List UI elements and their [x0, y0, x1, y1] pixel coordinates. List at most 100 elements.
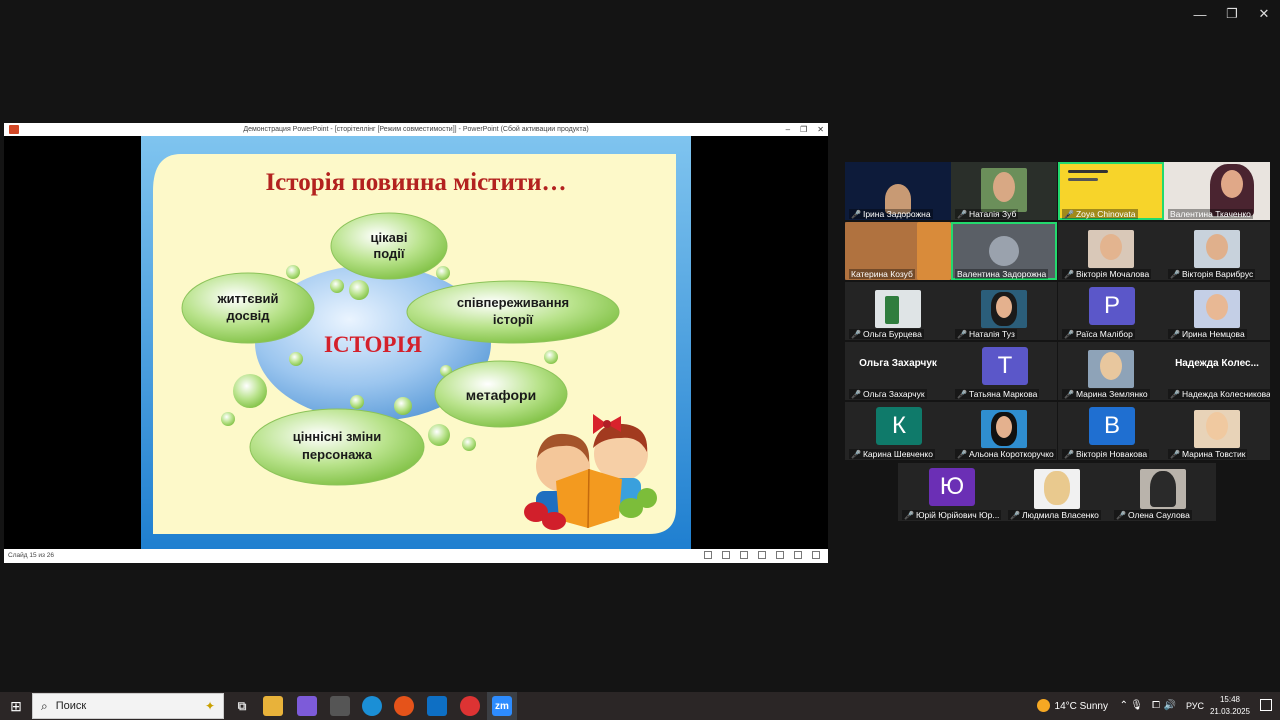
participant-name: Катерина Козуб [851, 269, 913, 279]
bubble-events-line2: події [373, 246, 404, 261]
participant-name: Наталія Зуб [968, 209, 1017, 219]
participant-tile[interactable]: Валентина Ткаченко [1164, 162, 1270, 220]
participant-tile[interactable]: 🎤 Наталія Зуб [951, 162, 1057, 220]
network-icon[interactable]: ⧠ [1152, 700, 1160, 711]
participant-name: Zoya Chinovata [1075, 209, 1136, 219]
participant-tile[interactable]: В 🎤 Вікторія Новакова [1058, 402, 1164, 460]
participant-name: Ирина Немцова [1181, 329, 1245, 339]
next-slide-icon[interactable] [740, 551, 748, 559]
menu-icon[interactable] [722, 551, 730, 559]
participant-name: Марина Товстик [1181, 449, 1246, 459]
participant-tile[interactable]: 🎤 Марина Товстик [1164, 402, 1270, 460]
participant-name: Альона Короткоручко [968, 449, 1054, 459]
mic-muted-icon: 🎤 [1170, 389, 1180, 399]
notifications-icon[interactable] [1260, 699, 1272, 711]
participant-tile[interactable]: 🎤 Ольга Бурцева [845, 282, 951, 340]
participant-name: Людмила Власенко [1021, 510, 1099, 520]
participant-tile[interactable]: 🎤 Ірина Задорожна [845, 162, 951, 220]
bubble-values-line1: ціннісні зміни [293, 429, 381, 444]
slide-sorter-icon[interactable] [776, 551, 784, 559]
participant-avatar: В [1089, 407, 1135, 445]
participant-name: Валентина Ткаченко [1170, 209, 1251, 219]
participant-name: Ольга Бурцева [862, 329, 922, 339]
edge-icon[interactable] [362, 696, 382, 716]
participant-tile[interactable]: 🎤 Людмила Власенко [1004, 463, 1110, 521]
normal-view-icon[interactable] [758, 551, 766, 559]
mic-muted-icon: 🎤 [1116, 510, 1126, 520]
clock-time[interactable]: 15:48 [1220, 695, 1240, 704]
weather-text[interactable]: 14°C Sunny [1055, 701, 1108, 712]
participant-tile[interactable]: К 🎤 Карина Шевченко [845, 402, 951, 460]
participant-display-name: Надежда Колес... [1175, 358, 1259, 369]
restore-button[interactable]: ❐ [1216, 0, 1248, 28]
mic-muted-icon: 🎤 [957, 209, 967, 219]
bubble-experience-line1: життєвий [216, 291, 278, 306]
ppt-close-button[interactable]: ✕ [817, 125, 824, 134]
participant-name: Юрій Юрійович Юр... [915, 510, 1000, 520]
window-controls: — ❐ ✕ [1184, 0, 1280, 28]
participant-tile[interactable]: 🎤 Вікторія Мочалова [1058, 222, 1164, 280]
participant-tile[interactable]: 🎤 Ирина Немцова [1164, 282, 1270, 340]
store-icon[interactable] [330, 696, 350, 716]
slide[interactable]: Історія повинна містити… ІСТОРІЯ цікаві … [141, 136, 691, 549]
participant-tile[interactable]: 🎤 Альона Короткоручко [951, 402, 1057, 460]
slide-counter: Слайд 15 из 26 [8, 552, 55, 559]
mic-muted-icon: 🎤 [957, 329, 967, 339]
input-language[interactable]: РУС [1186, 701, 1204, 711]
mic-muted-icon: 🎤 [957, 449, 967, 459]
microphone-icon[interactable]: 🎙 [1130, 700, 1143, 711]
participant-name: Татьяна Маркова [968, 389, 1038, 399]
clock-date[interactable]: 21.03.2025 [1210, 707, 1250, 716]
participant-tile[interactable]: 🎤 Наталія Туз [951, 282, 1057, 340]
mic-muted-icon: 🎤 [1064, 329, 1074, 339]
participant-avatar: Р [1089, 287, 1135, 325]
taskbar: ⊞ ⌕ Поиск ✦ ⧉ zm 14°C Sunny ⌃ 🎙 ⧠ 🔊 РУС … [0, 692, 1280, 720]
chevron-up-icon[interactable]: ⌃ [1120, 700, 1128, 711]
ppt-minimize-button[interactable]: – [786, 125, 790, 134]
mic-muted-icon: 🎤 [851, 329, 861, 339]
participant-tile-active[interactable]: 🎤 Zoya Chinovata [1058, 162, 1164, 220]
minimize-button[interactable]: — [1184, 0, 1216, 28]
participant-name: Вікторія Новакова [1075, 449, 1148, 459]
windows-start-icon[interactable]: ⊞ [0, 692, 32, 720]
participant-tile[interactable]: Р 🎤 Раїса Малібор [1058, 282, 1164, 340]
firefox-icon[interactable] [394, 696, 414, 716]
slide-center-label: ІСТОРІЯ [324, 332, 422, 357]
reading-view-icon[interactable] [794, 551, 802, 559]
participant-tile[interactable]: Ю 🎤 Юрій Юрійович Юр... [898, 463, 1004, 521]
copilot-sparkle-icon: ✦ [204, 699, 215, 713]
powerpoint-window: Демонстрация PowerPoint - [сторітеллінг … [4, 123, 828, 563]
participant-avatar: Т [982, 347, 1028, 385]
bubble-values-line2: персонажа [302, 447, 373, 462]
participant-tile[interactable]: Катерина Козуб [845, 222, 951, 280]
file-explorer-icon[interactable] [263, 696, 283, 716]
bubble-metaphors: метафори [466, 387, 536, 403]
mic-muted-icon: 🎤 [1064, 449, 1074, 459]
mic-muted-icon: 🎤 [1170, 329, 1180, 339]
task-view-icon[interactable]: ⧉ [232, 696, 252, 716]
outlook-icon[interactable] [427, 696, 447, 716]
copilot-icon[interactable] [297, 696, 317, 716]
participant-tile[interactable]: Т 🎤 Татьяна Маркова [951, 342, 1057, 400]
mic-muted-icon: 🎤 [1064, 209, 1074, 219]
participant-tile[interactable]: Ольга Захарчук 🎤 Ольга Захарчук [845, 342, 951, 400]
bubble-empathy-line2: історії [493, 312, 534, 327]
zoom-icon[interactable]: zm [492, 696, 512, 716]
participant-tile-active[interactable]: Валентина Задорожна [951, 222, 1057, 280]
participant-tile[interactable]: 🎤 Вікторія Варибрус [1164, 222, 1270, 280]
close-button[interactable]: ✕ [1248, 0, 1280, 28]
participant-tile[interactable]: 🎤 Марина Землянко [1058, 342, 1164, 400]
chrome-icon[interactable] [460, 696, 480, 716]
slideshow-icon[interactable] [812, 551, 820, 559]
search-box[interactable]: ⌕ Поиск ✦ [32, 693, 224, 719]
participant-tile[interactable]: Надежда Колес... 🎤 Надежда Колесникова [1164, 342, 1270, 400]
ppt-restore-button[interactable]: ❐ [800, 125, 807, 134]
bubble-experience-line2: досвід [226, 308, 270, 323]
prev-slide-icon[interactable] [704, 551, 712, 559]
mic-muted-icon: 🎤 [904, 510, 914, 520]
mic-muted-icon: 🎤 [851, 449, 861, 459]
volume-icon[interactable]: 🔊 [1164, 700, 1176, 711]
participant-name: Наталія Туз [968, 329, 1015, 339]
mic-muted-icon: 🎤 [957, 389, 967, 399]
participant-tile[interactable]: 🎤 Олена Саулова [1110, 463, 1216, 521]
